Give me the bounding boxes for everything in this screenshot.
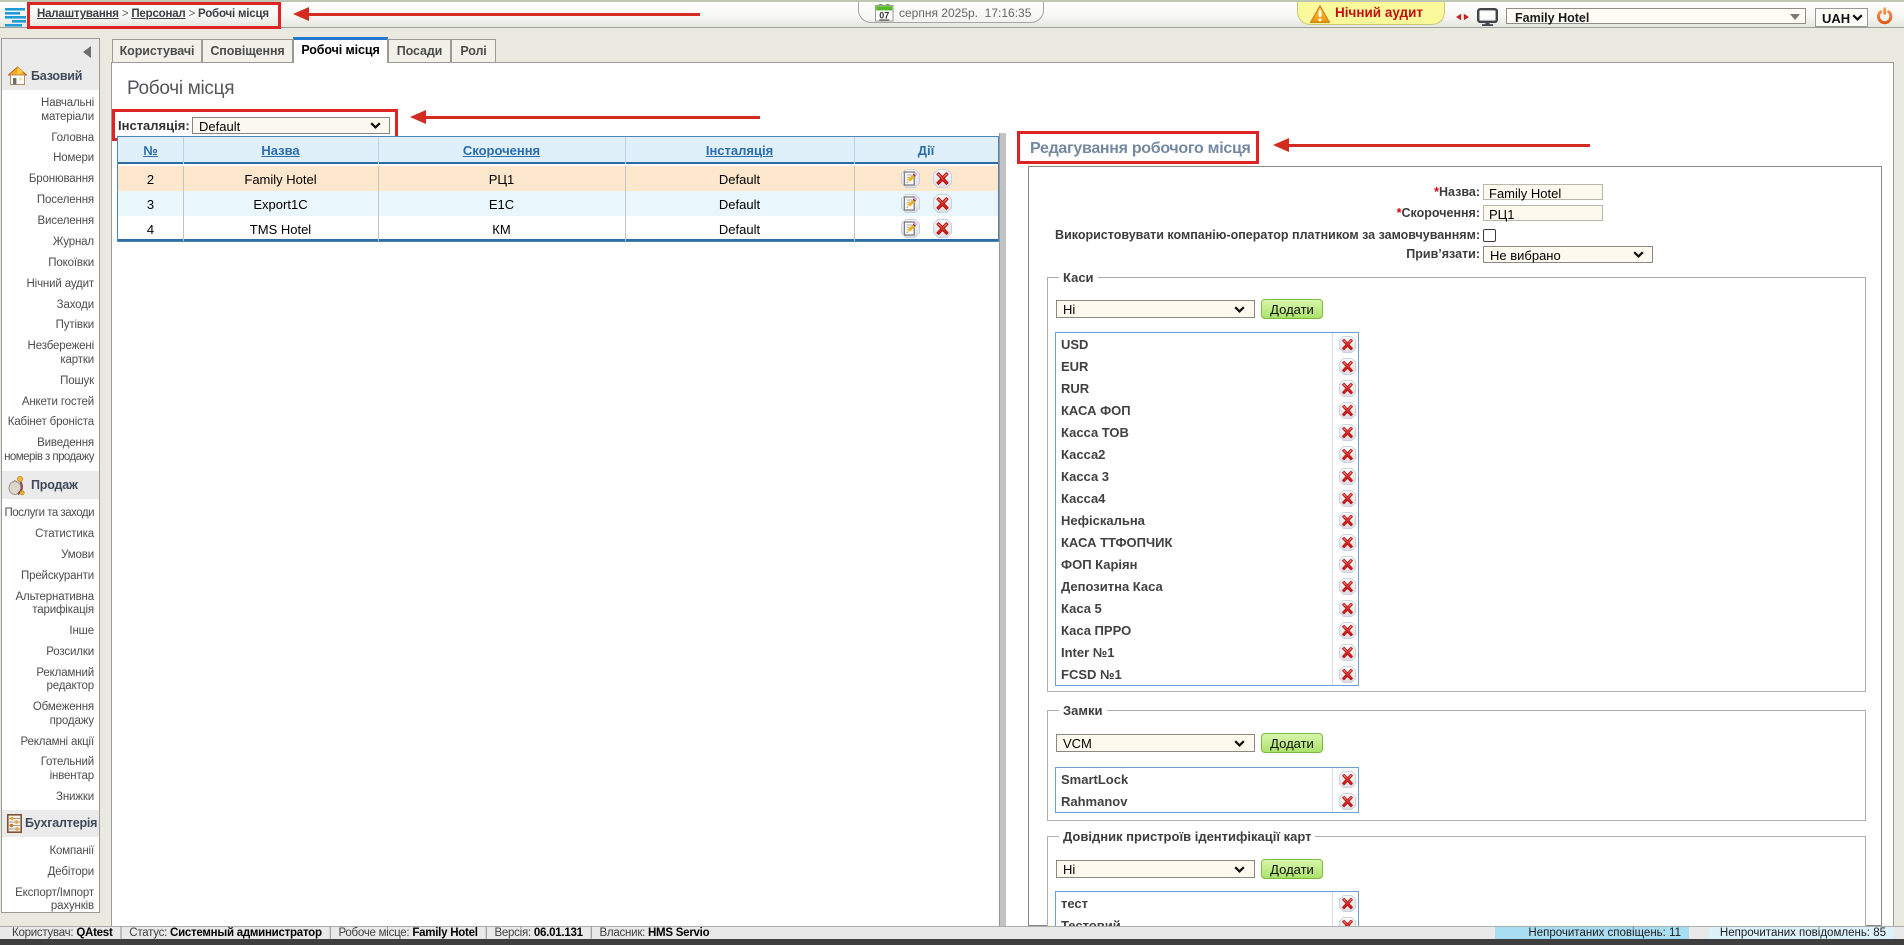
svg-text:07: 07 <box>879 11 889 21</box>
